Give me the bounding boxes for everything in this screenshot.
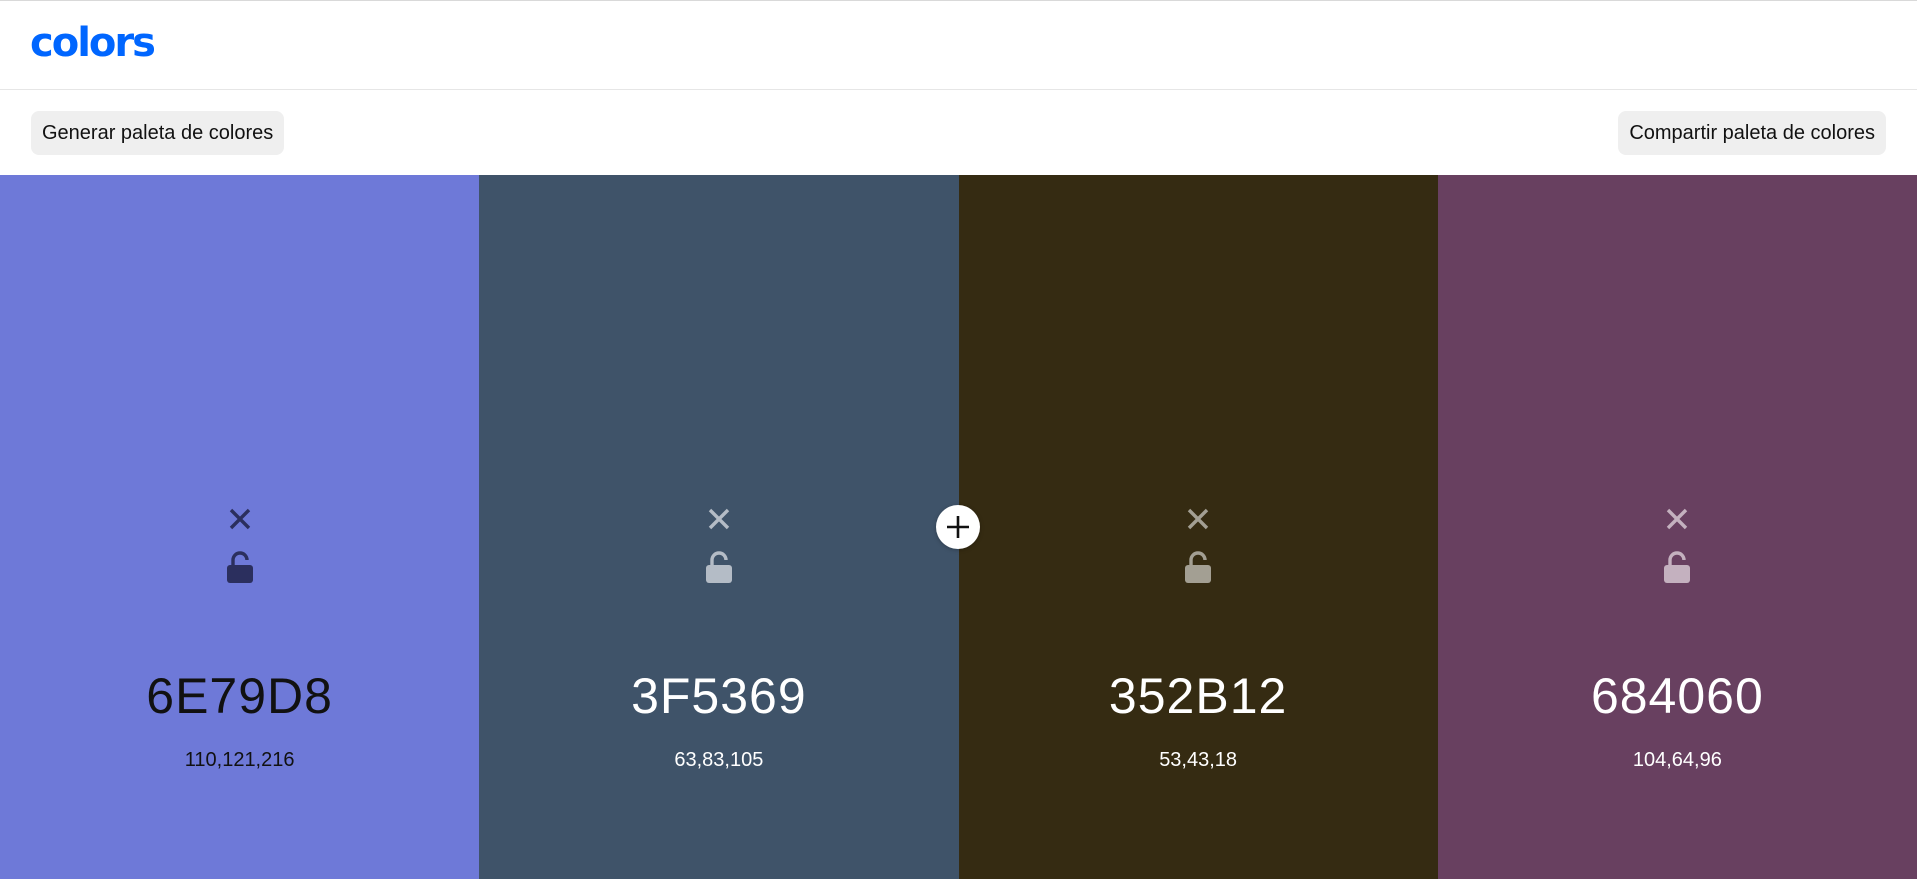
rgb-value[interactable]: 63,83,105 [479,748,958,772]
rgb-value[interactable]: 53,43,18 [959,748,1438,772]
rgb-value[interactable]: 110,121,216 [0,748,479,772]
unlocked-lock-icon[interactable] [225,550,255,584]
generate-palette-button[interactable]: Generar paleta de colores [31,111,285,155]
toolbar: Generar paleta de colores Compartir pale… [0,90,1917,175]
logo[interactable]: colors [30,19,156,67]
remove-color-x-icon[interactable] [1184,505,1212,533]
color-swatch: 684060 104,64,96 [1437,175,1917,879]
remove-color-x-icon[interactable] [226,505,254,533]
share-palette-button[interactable]: Compartir paleta de colores [1618,111,1886,155]
color-swatch: 3F5369 63,83,105 [479,175,959,879]
color-swatch: 352B12 53,43,18 [958,175,1438,879]
hex-value[interactable]: 3F5369 [479,668,958,724]
unlocked-lock-icon[interactable] [704,550,734,584]
hex-value[interactable]: 6E79D8 [0,668,479,724]
unlocked-lock-icon[interactable] [1183,550,1213,584]
rgb-value[interactable]: 104,64,96 [1438,748,1917,772]
header: colors [0,0,1917,90]
unlocked-lock-icon[interactable] [1662,550,1692,584]
hex-value[interactable]: 352B12 [959,668,1438,724]
plus-icon [947,516,969,538]
hex-value[interactable]: 684060 [1438,668,1917,724]
color-swatch: 6E79D8 110,121,216 [0,175,480,879]
remove-color-x-icon[interactable] [1663,505,1691,533]
remove-color-x-icon[interactable] [705,505,733,533]
add-color-button[interactable] [936,505,980,549]
